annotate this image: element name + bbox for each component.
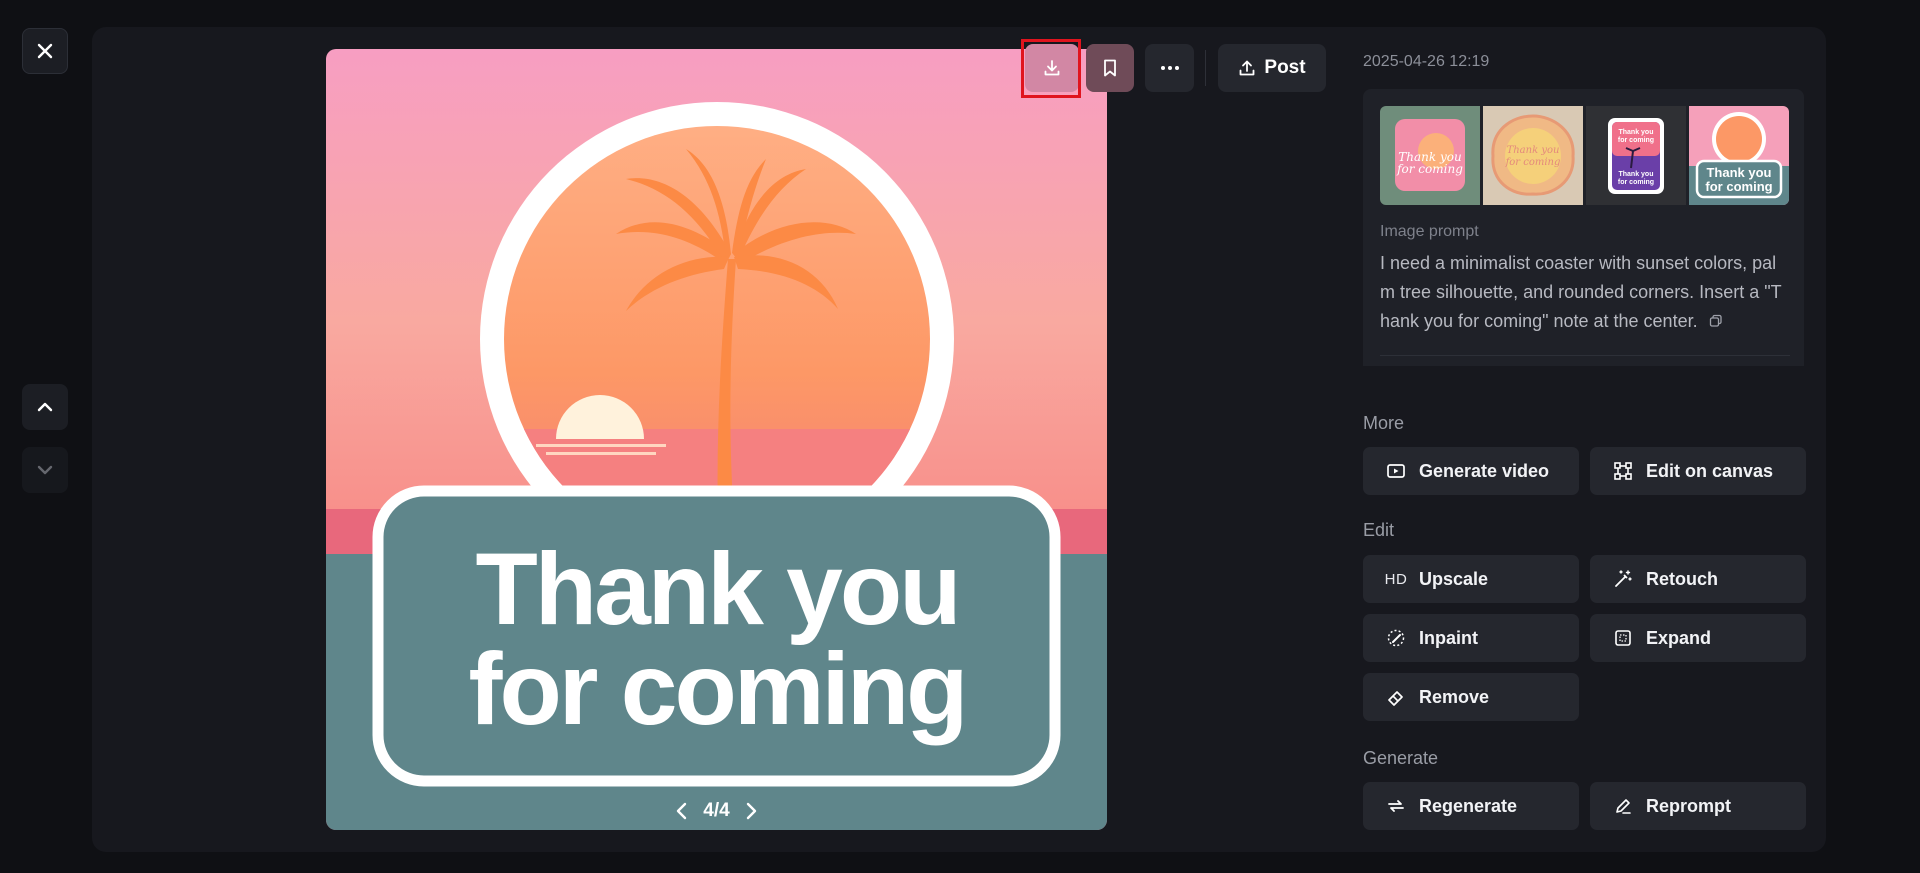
- svg-text:Thank you: Thank you: [1618, 171, 1653, 178]
- coaster-artwork: Thank you for coming: [326, 49, 1107, 830]
- expand-icon: [1612, 627, 1634, 649]
- image-pager: 4/4: [326, 800, 1107, 822]
- reprompt-button[interactable]: Reprompt: [1590, 782, 1806, 830]
- section-title-edit: Edit: [1363, 520, 1395, 540]
- bookmark-button[interactable]: [1086, 44, 1134, 92]
- inpaint-label: Inpaint: [1419, 627, 1478, 648]
- regenerate-label: Regenerate: [1419, 795, 1518, 816]
- hd-icon: HD: [1384, 570, 1408, 588]
- svg-text:Thank you: Thank you: [1507, 145, 1560, 156]
- pager-count: 4/4: [703, 800, 730, 821]
- edit-on-canvas-label: Edit on canvas: [1646, 460, 1774, 481]
- more-options-button[interactable]: [1145, 44, 1194, 92]
- pager-next-button[interactable]: [744, 802, 758, 820]
- svg-text:for coming: for coming: [1705, 179, 1772, 194]
- svg-text:for coming: for coming: [1396, 162, 1463, 176]
- svg-text:for coming: for coming: [1618, 137, 1654, 144]
- post-label: Post: [1264, 57, 1306, 78]
- canvas-icon: [1612, 460, 1634, 482]
- section-title-generate: Generate: [1363, 748, 1439, 768]
- regenerate-button[interactable]: Regenerate: [1363, 782, 1579, 830]
- reprompt-label: Reprompt: [1646, 795, 1731, 816]
- thumbnail-4-selected[interactable]: Thank you for coming: [1689, 106, 1789, 205]
- svg-text:for coming: for coming: [1618, 179, 1654, 186]
- retouch-button[interactable]: Retouch: [1590, 555, 1806, 603]
- generated-image[interactable]: Thank you for coming 4/4: [326, 49, 1107, 830]
- inpaint-button[interactable]: Inpaint: [1363, 614, 1579, 662]
- upscale-button[interactable]: HD Upscale: [1363, 555, 1579, 603]
- pager-prev-button[interactable]: [675, 802, 689, 820]
- more-icon: [1160, 66, 1179, 70]
- download-button[interactable]: [1025, 44, 1079, 92]
- section-title-more: More: [1363, 413, 1405, 433]
- post-button[interactable]: Post: [1218, 44, 1326, 92]
- generate-video-button[interactable]: Generate video: [1363, 447, 1579, 495]
- chevron-down-icon: [37, 465, 53, 475]
- svg-text:Thank you: Thank you: [1706, 165, 1771, 180]
- chevron-left-icon: [677, 802, 687, 820]
- copy-icon[interactable]: [1709, 314, 1723, 328]
- bookmark-icon: [1104, 59, 1116, 77]
- video-icon: [1385, 460, 1407, 482]
- timestamp: 2025-04-26 12:19: [1363, 53, 1490, 70]
- eraser-icon: [1385, 686, 1407, 708]
- prompt-divider: [1380, 355, 1790, 356]
- pencil-icon: [1612, 795, 1634, 817]
- close-icon: [37, 43, 53, 59]
- expand-button[interactable]: Expand: [1590, 614, 1806, 662]
- regenerate-icon: [1385, 795, 1407, 817]
- remove-label: Remove: [1419, 686, 1490, 707]
- inpaint-brush-icon: [1385, 627, 1407, 649]
- prompt-label: Image prompt: [1380, 223, 1479, 240]
- previous-item-button[interactable]: [22, 384, 68, 430]
- thumbnail-1[interactable]: Thank you for coming: [1380, 106, 1480, 205]
- expand-label: Expand: [1646, 627, 1712, 648]
- prompt-card: Thank you for coming Thank you for comin…: [1363, 89, 1804, 366]
- upload-icon: [1240, 60, 1255, 76]
- download-icon: [1044, 60, 1060, 76]
- svg-text:Thank you: Thank you: [1618, 129, 1653, 136]
- thumbnail-3[interactable]: Thank you for coming Thank you for comin…: [1586, 106, 1686, 205]
- magic-wand-icon: [1612, 568, 1634, 590]
- remove-button[interactable]: Remove: [1363, 673, 1579, 721]
- headline-line-2: for coming: [469, 632, 966, 746]
- generate-video-label: Generate video: [1419, 460, 1550, 481]
- svg-text:for coming: for coming: [1505, 157, 1561, 168]
- chevron-right-icon: [746, 802, 756, 820]
- upscale-label: Upscale: [1419, 568, 1489, 589]
- thumbnail-2[interactable]: Thank you for coming: [1483, 106, 1583, 205]
- close-button[interactable]: [22, 28, 68, 74]
- retouch-label: Retouch: [1646, 568, 1718, 589]
- edit-on-canvas-button[interactable]: Edit on canvas: [1590, 447, 1806, 495]
- toolbar-divider: [1205, 50, 1206, 86]
- prompt-text: I need a minimalist coaster with sunset …: [1380, 249, 1790, 336]
- thumbnail-strip: Thank you for coming Thank you for comin…: [1380, 106, 1789, 205]
- chevron-up-icon: [37, 402, 53, 412]
- next-item-button[interactable]: [22, 447, 68, 493]
- headline-line-1: Thank you: [475, 532, 958, 646]
